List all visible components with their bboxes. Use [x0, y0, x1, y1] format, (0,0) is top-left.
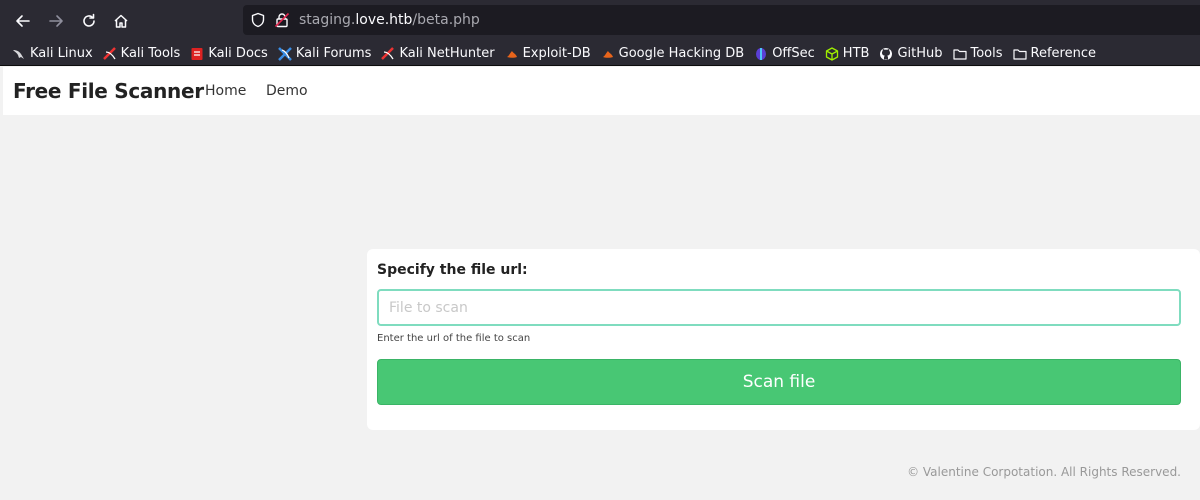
kali-dragon-icon: [12, 47, 26, 61]
folder-icon: [952, 47, 967, 61]
offsec-icon: [754, 47, 768, 61]
bookmark-kali-linux[interactable]: Kali Linux: [12, 46, 93, 61]
bookmark-label: Kali Linux: [30, 46, 93, 61]
file-url-help-text: Enter the url of the file to scan: [377, 333, 531, 344]
bookmarks-bar: Kali Linux Kali Tools Kali Docs Kali For…: [0, 42, 1200, 66]
file-url-label: Specify the file url:: [377, 262, 528, 278]
kali-forums-icon: [277, 46, 292, 61]
bookmark-label: Reference: [1030, 46, 1096, 61]
nav-link-home[interactable]: Home: [205, 83, 246, 99]
bookmark-github[interactable]: GitHub: [879, 46, 943, 61]
kali-docs-icon: [190, 47, 204, 61]
bookmark-label: GitHub: [897, 46, 943, 61]
bookmark-exploit-db[interactable]: Exploit-DB: [505, 46, 591, 61]
bookmark-label: Kali Docs: [208, 46, 268, 61]
url-prefix: staging.: [299, 12, 356, 28]
bookmark-offsec[interactable]: OffSec: [754, 46, 815, 61]
footer-copyright: © Valentine Corpotation. All Rights Rese…: [907, 465, 1181, 479]
url-path: /beta.php: [412, 12, 480, 28]
file-url-input[interactable]: [377, 289, 1181, 326]
bookmark-kali-tools[interactable]: Kali Tools: [102, 46, 181, 61]
reload-button[interactable]: [77, 9, 101, 33]
kali-nethunter-icon: [381, 46, 395, 61]
arrow-right-icon: [49, 15, 63, 27]
scan-form-card: Specify the file url: Enter the url of t…: [367, 249, 1200, 430]
reload-icon: [83, 13, 95, 27]
bookmark-label: Google Hacking DB: [618, 46, 745, 61]
home-button[interactable]: [109, 9, 133, 33]
bookmark-label: Tools: [970, 46, 1003, 61]
ghdb-icon: [601, 47, 615, 61]
url-host: love.htb: [355, 12, 413, 28]
site-navbar: Free File Scanner Home Demo: [3, 67, 1200, 115]
bookmark-kali-nethunter[interactable]: Kali NetHunter: [381, 46, 495, 61]
bookmark-kali-forums[interactable]: Kali Forums: [277, 46, 372, 61]
browser-toolbar: staging.love.htb/beta.php: [0, 0, 1200, 42]
bookmark-label: OffSec: [772, 46, 815, 61]
exploit-db-icon: [505, 47, 519, 61]
url-text[interactable]: staging.love.htb/beta.php: [299, 12, 480, 28]
bookmark-label: Exploit-DB: [522, 46, 591, 61]
bookmark-folder-tools[interactable]: Tools: [952, 46, 1003, 61]
forward-button[interactable]: [44, 9, 68, 33]
scan-file-button[interactable]: Scan file: [377, 359, 1181, 405]
back-button[interactable]: [11, 9, 35, 33]
bookmark-google-hacking-db[interactable]: Google Hacking DB: [601, 46, 745, 61]
nav-link-demo[interactable]: Demo: [266, 83, 308, 99]
kali-tools-icon: [102, 46, 117, 61]
folder-icon: [1012, 47, 1027, 61]
github-icon: [879, 47, 893, 61]
bookmark-label: Kali Forums: [295, 46, 372, 61]
bookmark-label: HTB: [842, 46, 870, 61]
site-brand[interactable]: Free File Scanner: [13, 79, 204, 103]
bookmark-label: Kali Tools: [120, 46, 181, 61]
home-icon: [114, 14, 128, 28]
arrow-left-icon: [16, 15, 30, 27]
bookmark-kali-docs[interactable]: Kali Docs: [190, 46, 268, 61]
shield-icon[interactable]: [250, 12, 266, 28]
bookmark-htb[interactable]: HTB: [825, 46, 870, 61]
insecure-lock-icon[interactable]: [274, 12, 290, 28]
page-content: Free File Scanner Home Demo Specify the …: [3, 67, 1200, 500]
bookmark-label: Kali NetHunter: [399, 46, 495, 61]
htb-cube-icon: [825, 46, 839, 61]
url-bar[interactable]: staging.love.htb/beta.php: [243, 5, 1200, 35]
bookmark-folder-reference[interactable]: Reference: [1012, 46, 1096, 61]
